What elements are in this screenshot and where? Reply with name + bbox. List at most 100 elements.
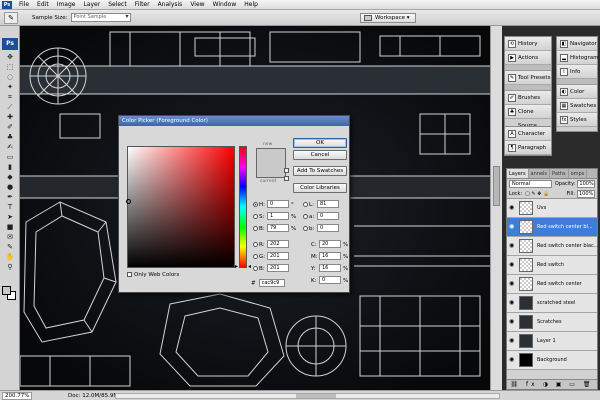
tab-paths[interactable]: Paths [550, 169, 569, 178]
foreground-color-swatch[interactable] [2, 286, 11, 295]
hand-tool-icon[interactable]: ✋ [3, 253, 17, 262]
menu-image[interactable]: Image [53, 0, 80, 10]
panel-color[interactable]: ◐ Color [557, 85, 597, 99]
vertical-scroll-thumb[interactable] [493, 166, 500, 206]
hue-field[interactable]: 0 [267, 200, 289, 208]
add-to-swatches-button[interactable]: Add To Swatches [293, 166, 347, 176]
menu-window[interactable]: Window [209, 0, 241, 10]
layer-row[interactable]: ◉ Red switch [507, 256, 597, 275]
menu-edit[interactable]: Edit [33, 0, 53, 10]
cancel-button[interactable]: Cancel [293, 150, 347, 160]
menu-view[interactable]: View [186, 0, 208, 10]
panel-navigator[interactable]: ◧ Navigator [557, 37, 597, 51]
magenta-field[interactable]: 16 [319, 252, 341, 260]
panel-styles[interactable]: fx Styles [557, 113, 597, 127]
black-field[interactable]: 0 [319, 276, 341, 284]
layer-row-selected[interactable]: ◉ Red switch center bl... [507, 218, 597, 237]
layer-row[interactable]: ◉ Layer 1 [507, 332, 597, 351]
fill-field[interactable]: 100% [577, 189, 595, 198]
blue-field[interactable]: 201 [267, 264, 289, 272]
canvas-vertical-scrollbar[interactable] [490, 26, 502, 390]
opacity-field[interactable]: 100% [577, 180, 595, 188]
shape-tool-icon[interactable]: ■ [3, 223, 17, 232]
panel-swatches[interactable]: ▦ Swatches [557, 99, 597, 113]
hue-slider-right-arrow-icon[interactable]: ◂ [248, 263, 251, 270]
current-color-preview[interactable] [256, 163, 286, 178]
eyedropper-tool-icon[interactable]: ✎ [4, 11, 18, 24]
layer-row[interactable]: ◉ Scratches [507, 313, 597, 332]
visibility-eye-icon[interactable]: ◉ [509, 357, 516, 363]
marquee-tool-icon[interactable]: ⬚ [3, 63, 17, 72]
eraser-tool-icon[interactable]: ▭ [3, 153, 17, 162]
panel-character[interactable]: A Character [505, 127, 551, 141]
panel-info[interactable]: i Info [557, 65, 597, 79]
menu-filter[interactable]: Filter [131, 0, 154, 10]
panel-tool-presets[interactable]: ✎ Tool Presets [505, 71, 551, 85]
horizontal-scroll-thumb[interactable] [296, 394, 336, 398]
web-safe-cube-icon[interactable] [284, 176, 289, 181]
saturation-brightness-field[interactable] [126, 146, 235, 268]
out-of-gamut-icon[interactable] [284, 168, 289, 173]
notes-tool-icon[interactable]: ✉ [3, 233, 17, 242]
panel-brushes[interactable]: ✐ Brushes [505, 91, 551, 105]
layer-row[interactable]: ◉ Red switch center [507, 275, 597, 294]
zoom-level-field[interactable]: 200.77% [2, 391, 32, 400]
zoom-tool-icon[interactable]: ⚲ [3, 263, 17, 272]
brightness-field[interactable]: 79 [267, 224, 289, 232]
panel-clone-source[interactable]: ♣ Clone Source [505, 105, 551, 129]
history-brush-tool-icon[interactable]: ✍ [3, 143, 17, 152]
move-tool-icon[interactable]: ✥ [3, 53, 17, 62]
menu-help[interactable]: Help [240, 0, 262, 10]
layer-row[interactable]: ◉ Background [507, 351, 597, 370]
visibility-eye-icon[interactable]: ◉ [509, 319, 516, 325]
hue-slider[interactable]: ▸ ◂ [235, 146, 251, 270]
lab-b-radio[interactable] [303, 225, 308, 231]
visibility-eye-icon[interactable]: ◉ [509, 205, 516, 211]
red-field[interactable]: 202 [267, 240, 289, 248]
panel-histogram[interactable]: ▂ Histogram [557, 51, 599, 65]
blue-radio[interactable] [253, 265, 258, 271]
lasso-tool-icon[interactable]: ◌ [3, 73, 17, 82]
crop-tool-icon[interactable]: ⌗ [3, 93, 17, 102]
color-libraries-button[interactable]: Color Libraries [293, 183, 347, 193]
lab-a-radio[interactable] [303, 213, 308, 219]
clone-stamp-tool-icon[interactable]: ♣ [3, 133, 17, 142]
workspace-button[interactable]: Workspace ▾ [360, 13, 416, 23]
menu-layer[interactable]: Layer [79, 0, 104, 10]
hue-radio[interactable] [253, 201, 258, 207]
lock-icons[interactable]: ▢ ✎ ✥ 🔒 [525, 191, 549, 197]
only-web-colors-option[interactable]: Only Web Colors [127, 272, 179, 278]
green-field[interactable]: 201 [267, 252, 289, 260]
only-web-colors-checkbox[interactable] [127, 272, 132, 277]
tab-channels[interactable]: annels [529, 169, 551, 178]
menu-select[interactable]: Select [104, 0, 131, 10]
visibility-eye-icon[interactable]: ◉ [509, 338, 516, 344]
panel-actions[interactable]: ▶ Actions [505, 51, 551, 65]
saturation-field[interactable]: 1 [267, 212, 289, 220]
tab-comps[interactable]: omps [569, 169, 588, 178]
color-field-cursor[interactable] [126, 199, 131, 204]
layer-row[interactable]: ◉ Red switch center blac... [507, 237, 598, 256]
panel-history[interactable]: ⟲ History [505, 37, 551, 51]
magic-wand-tool-icon[interactable]: ✦ [3, 83, 17, 92]
layers-panel-footer-icons[interactable]: ⛓ fx ◑ ▣ ▭ 🗑 [507, 379, 597, 389]
blend-mode-select[interactable]: Normal [509, 180, 552, 188]
path-selection-tool-icon[interactable]: ➤ [3, 213, 17, 222]
yellow-field[interactable]: 16 [319, 264, 341, 272]
pen-tool-icon[interactable]: ✒ [3, 193, 17, 202]
lightness-radio[interactable] [303, 201, 308, 207]
brightness-radio[interactable] [253, 225, 258, 231]
cyan-field[interactable]: 20 [319, 240, 341, 248]
visibility-eye-icon[interactable]: ◉ [509, 281, 516, 287]
tab-layers[interactable]: Layers [507, 169, 529, 178]
visibility-eye-icon[interactable]: ◉ [509, 243, 516, 249]
visibility-eye-icon[interactable]: ◉ [509, 300, 516, 306]
sample-size-select[interactable]: Point Sample [70, 13, 131, 22]
panel-paragraph[interactable]: ¶ Paragraph [505, 141, 551, 155]
slice-tool-icon[interactable]: ⟋ [3, 103, 17, 112]
blur-tool-icon[interactable]: ◆ [3, 173, 17, 182]
healing-brush-tool-icon[interactable]: ✚ [3, 113, 17, 122]
lightness-field[interactable]: 81 [317, 200, 339, 208]
lab-a-field[interactable]: 0 [317, 212, 339, 220]
hue-slider-left-arrow-icon[interactable]: ▸ [235, 263, 238, 270]
